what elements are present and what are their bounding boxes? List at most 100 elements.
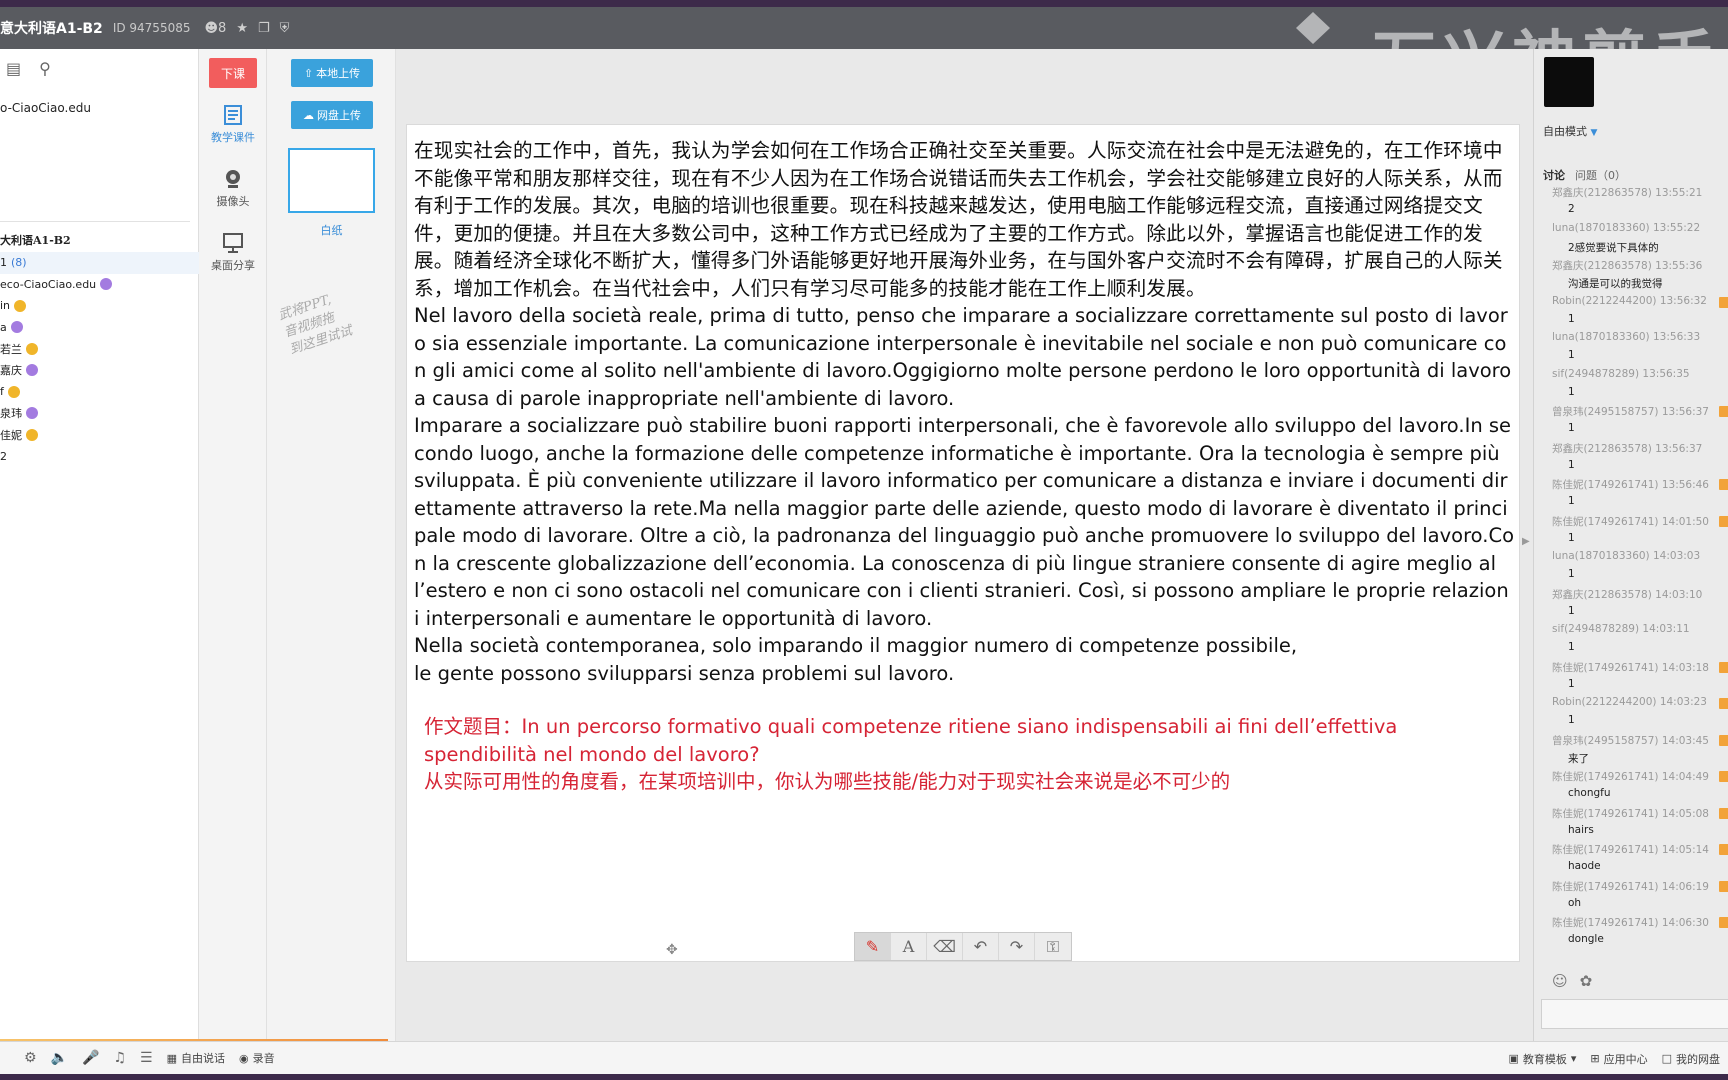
- topic-chinese: 从实际可用性的角度看，在某项培训中，你认为哪些技能/能力对于现实社会来说是必不可…: [424, 770, 1231, 793]
- member-item[interactable]: 若兰: [0, 338, 199, 360]
- slide-thumbnails: ⇧ 本地上传 ☁ 网盘上传 白纸: [267, 49, 396, 1041]
- member-item[interactable]: 泉玮: [0, 403, 199, 425]
- equalizer-icon[interactable]: ☰: [140, 1050, 153, 1066]
- member-panel-tools: ▤ ⚲: [6, 59, 51, 78]
- pen-icon[interactable]: ✎: [855, 933, 891, 960]
- chat-text: haode: [1568, 860, 1601, 872]
- chat-sender: Robin(2212244200) 13:56:32: [1552, 294, 1707, 307]
- whiteboard-thumbnail[interactable]: [288, 148, 375, 213]
- member-badge-icon: [26, 407, 38, 420]
- member-item[interactable]: 2: [0, 446, 199, 468]
- text-tool-icon[interactable]: A: [891, 933, 927, 960]
- eraser-icon[interactable]: ⌫: [927, 933, 963, 960]
- free-talk-label: 自由说话: [180, 1052, 225, 1065]
- search-icon[interactable]: ⚲: [39, 59, 51, 78]
- tab-discussion[interactable]: 讨论: [1543, 167, 1565, 183]
- emoji-icon[interactable]: ☺: [1552, 972, 1568, 990]
- courseware-tool[interactable]: 教学课件: [199, 105, 267, 145]
- cloud-upload-button[interactable]: ☁ 网盘上传: [291, 101, 373, 129]
- chat-text: 1: [1568, 422, 1575, 434]
- move-cursor-icon: ✥: [666, 942, 678, 958]
- class-group-title[interactable]: 大利语A1-B2: [0, 232, 71, 248]
- chat-text: 1: [1568, 349, 1575, 361]
- chat-text: 1: [1568, 714, 1575, 726]
- member-badge-icon: [7, 385, 20, 398]
- speaker-icon[interactable]: 🔈: [51, 1050, 68, 1066]
- member-name: eco-CiaoCiao.edu: [0, 277, 97, 291]
- member-item[interactable]: 佳妮: [0, 424, 199, 446]
- record-button[interactable]: ◉ 录音: [239, 1050, 275, 1066]
- chat-text: 2感觉要说下具体的: [1568, 241, 1659, 254]
- contacts-icon[interactable]: ▤: [6, 59, 21, 78]
- chat-input[interactable]: [1541, 999, 1728, 1029]
- music-icon[interactable]: ♫: [113, 1050, 126, 1066]
- chat-panel: 自由模式 ▼ 讨论 问题（0） 郑鑫庆(212863578) 13:55:21 2…: [1533, 49, 1728, 1041]
- my-drive-button[interactable]: □ 我的网盘: [1662, 1051, 1720, 1067]
- lock-icon[interactable]: ⚿: [1035, 933, 1071, 960]
- chat-message: 郑鑫庆(212863578) 13:55:21 2: [1534, 185, 1728, 222]
- flower-icon[interactable]: ✿: [1580, 972, 1593, 990]
- screen-share-tool[interactable]: 桌面分享: [199, 233, 267, 273]
- copy-icon[interactable]: ❐: [258, 21, 270, 36]
- redo-icon[interactable]: ↷: [999, 933, 1035, 960]
- chat-sender: 郑鑫庆(212863578) 13:56:37: [1552, 442, 1703, 455]
- chat-sender: 郑鑫庆(212863578) 13:55:36: [1552, 260, 1703, 272]
- member-item[interactable]: eco-CiaoCiao.edu: [0, 274, 199, 296]
- member-item[interactable]: a: [0, 317, 199, 339]
- settings-icon[interactable]: ⚙: [24, 1050, 37, 1066]
- member-count: (8): [11, 256, 27, 270]
- member-item[interactable]: 嘉庆: [0, 360, 199, 382]
- member-item[interactable]: f: [0, 381, 199, 403]
- status-left: ⚙ 🔈 🎤 ♫ ☰ ▦ 自由说话 ◉ 录音: [24, 1050, 275, 1066]
- member-name: 1: [0, 256, 7, 270]
- app-center-button[interactable]: ⊞ 应用中心: [1590, 1051, 1647, 1067]
- chat-sender: luna(1870183360) 14:03:03: [1552, 550, 1701, 562]
- org-name: o-CiaoCiao.edu: [0, 101, 91, 115]
- edu-template-button[interactable]: ▣ 教育模板 ▾: [1508, 1051, 1576, 1067]
- chevron-down-icon: ▼: [1590, 128, 1598, 138]
- teacher-video[interactable]: [1544, 57, 1594, 107]
- chat-message: luna(1870183360) 14:03:03 1: [1534, 550, 1728, 587]
- member-item[interactable]: 1 (8): [0, 252, 199, 274]
- whiteboard-label: 白纸: [320, 224, 343, 237]
- member-name: a: [0, 320, 7, 334]
- title-icons: ☻8 ★ ❐ ⛨: [204, 21, 289, 36]
- member-item[interactable]: in: [0, 295, 199, 317]
- members-icon[interactable]: ☻8: [204, 21, 226, 36]
- chat-message: 陈佳妮(1749261741) 14:03:18 1: [1534, 660, 1728, 697]
- chat-sender: 陈佳妮(1749261741) 14:06:30: [1552, 917, 1709, 929]
- class-id: ID 94755085: [112, 21, 191, 35]
- camera-tool[interactable]: 摄像头: [199, 169, 267, 209]
- device-badge-icon: [1719, 771, 1728, 782]
- free-talk-button[interactable]: ▦ 自由说话: [167, 1050, 225, 1066]
- tab-questions[interactable]: 问题（0）: [1575, 167, 1626, 183]
- shield-icon[interactable]: ⛨: [280, 21, 290, 36]
- member-name: 2: [0, 449, 7, 463]
- end-class-button[interactable]: 下课: [209, 58, 257, 88]
- topic-question: In un percorso formativo quali competenz…: [424, 715, 1398, 766]
- device-badge-icon: [1719, 515, 1728, 527]
- chat-message: 陈佳妮(1749261741) 14:06:19 oh: [1534, 879, 1728, 916]
- divider: [0, 221, 190, 222]
- chat-sender: sif(2494878289) 13:56:35: [1552, 367, 1690, 380]
- chat-sender: 郑鑫庆(212863578) 13:55:21: [1552, 187, 1703, 199]
- chat-text: 2: [1568, 203, 1575, 215]
- member-list: 1 (8) eco-CiaoCiao.edu in a 若兰 嘉庆 f 泉玮 佳妮 2: [0, 252, 199, 467]
- cloud-upload-label: 网盘上传: [317, 109, 361, 122]
- document-content: 在现实社会的工作中，首先，我认为学会如何在工作场合正确社交至关重要。人际交流在社…: [414, 137, 1514, 796]
- undo-icon[interactable]: ↶: [963, 933, 999, 960]
- mode-selector[interactable]: 自由模式 ▼: [1543, 123, 1597, 139]
- camera-label: 摄像头: [216, 195, 250, 208]
- mic-icon[interactable]: 🎤: [82, 1050, 99, 1066]
- device-badge-icon: [1719, 661, 1728, 673]
- device-badge-icon: [1719, 296, 1728, 308]
- chat-text: 1: [1568, 385, 1575, 398]
- device-badge-icon: [1719, 698, 1728, 709]
- teaching-tools: 下课 教学课件 摄像头 桌面分享: [199, 49, 267, 1041]
- collapse-arrow-icon[interactable]: ▶: [1522, 536, 1530, 547]
- chat-message: 陈佳妮(1749261741) 13:56:46 1: [1534, 477, 1728, 514]
- annotation-toolbar: ✎ A ⌫ ↶ ↷ ⚿: [854, 932, 1072, 961]
- chat-text: 来了: [1568, 752, 1589, 765]
- local-upload-button[interactable]: ⇧ 本地上传: [291, 59, 373, 87]
- star-icon[interactable]: ★: [236, 21, 248, 36]
